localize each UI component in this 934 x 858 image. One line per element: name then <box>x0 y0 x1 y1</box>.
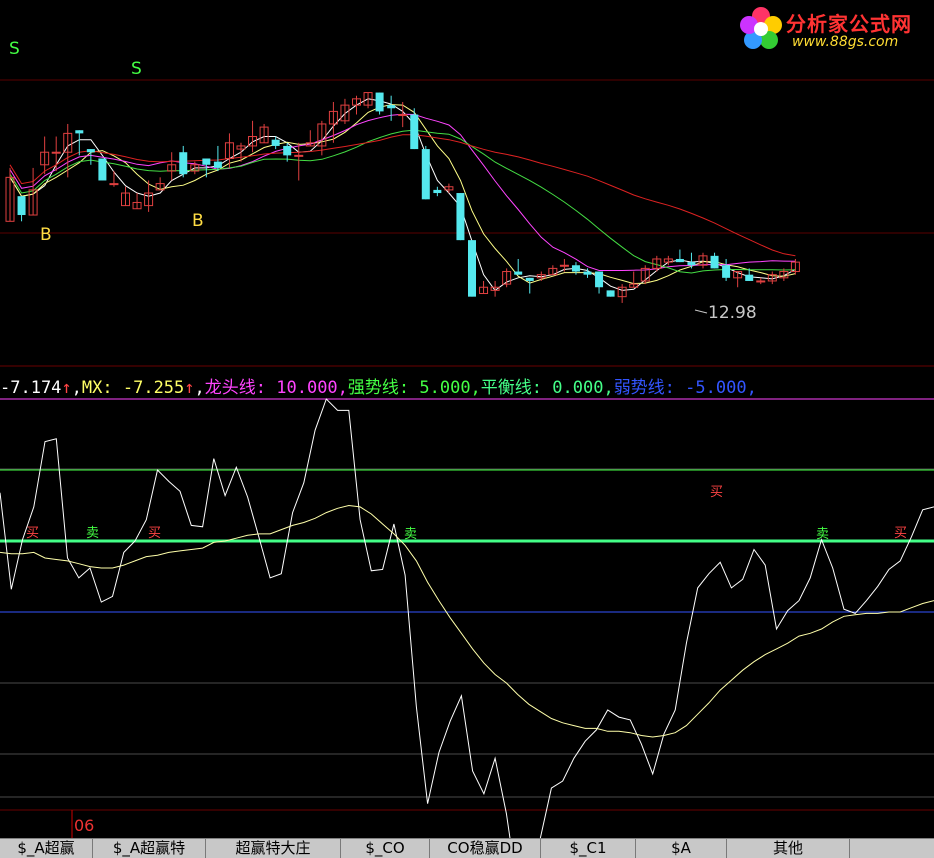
flower-logo-icon <box>740 7 782 49</box>
indicator-mx-value: MX: -7.255 <box>81 378 185 398</box>
signal-marker: S <box>131 59 142 79</box>
low-price-pointer <box>694 309 708 314</box>
trade-signal-label: 卖 <box>86 526 99 541</box>
trade-signal-label: 卖 <box>404 527 417 542</box>
candle-body <box>98 158 107 181</box>
candle-body <box>202 158 211 165</box>
trade-signal-label: 买 <box>26 526 39 541</box>
candle-body <box>375 92 384 112</box>
candle-body <box>745 274 754 281</box>
tab-1[interactable]: $_A超赢 <box>0 839 93 858</box>
tab-5[interactable]: CO稳赢DD <box>430 839 541 858</box>
trade-signal-label: 买 <box>710 485 723 500</box>
candle-body <box>421 149 430 200</box>
candle-body <box>559 264 569 267</box>
candle-body <box>109 183 119 186</box>
candle-body <box>514 271 523 275</box>
price-pane[interactable]: S S B B 12.98 <box>0 39 934 367</box>
chart-stage[interactable]: SSBB12.98 买卖买卖买卖 买06 <box>0 0 934 838</box>
low-price-label: 12.98 <box>708 303 757 323</box>
candle-body <box>179 152 188 175</box>
candle-body <box>675 258 684 263</box>
candle-body <box>86 149 95 153</box>
logo-url: www.88gs.com <box>792 34 899 50</box>
indicator-weak-line: 弱势线: -5.000, <box>613 378 757 398</box>
candle-body <box>595 271 604 288</box>
logo-title: 分析家公式网 <box>786 12 912 36</box>
candle-body <box>17 196 26 216</box>
up-arrow-icon: ↑ <box>61 378 72 398</box>
candle-body <box>410 114 419 150</box>
tab-6[interactable]: $_C1 <box>541 839 636 858</box>
indicator-dragon-line: 龙头线: 10.000, <box>204 378 348 398</box>
tab-2[interactable]: $_A超赢特 <box>93 839 206 858</box>
indicator-main-value: -7.174 <box>0 378 62 398</box>
moving-average-line-5 <box>9 134 796 257</box>
site-logo: 分析家公式网 www.88gs.com <box>736 4 932 54</box>
tab-8[interactable]: 其他 <box>727 839 850 858</box>
signal-marker: S <box>9 39 20 59</box>
candle-body <box>433 189 442 194</box>
trade-signal-label: 买 <box>148 526 161 541</box>
indicator-strong-line: 强势线: 5.000, <box>347 378 481 398</box>
candle-body <box>583 271 592 275</box>
candle-body <box>294 154 304 157</box>
indicator-series-1 <box>0 398 934 838</box>
up-arrow-icon: ↑ <box>184 378 195 398</box>
candle-body <box>710 255 719 269</box>
signal-marker: B <box>40 225 52 245</box>
candle-body <box>213 161 222 168</box>
moving-average-line-3 <box>9 113 796 271</box>
date-label: 06 <box>74 816 94 835</box>
trade-signal-label: 卖 <box>816 527 829 542</box>
candle-body <box>398 114 408 117</box>
candle-body <box>387 105 396 109</box>
candle-body <box>283 145 292 156</box>
signal-marker: B <box>192 211 204 231</box>
candle-body <box>456 193 465 241</box>
candle-body <box>271 139 280 146</box>
candle-body <box>51 151 61 154</box>
indicator-balance-line: 平衡线: 0.000, <box>480 378 614 398</box>
candle-body <box>756 280 766 283</box>
candle-body <box>525 277 534 281</box>
candle-body <box>722 265 731 278</box>
candle-body <box>687 262 696 266</box>
candle-body <box>468 240 476 297</box>
candle-body <box>606 290 615 297</box>
tab-4[interactable]: $_CO <box>341 839 430 858</box>
indicator-pane[interactable]: 买卖买卖买卖 买06 <box>0 398 934 838</box>
formula-tab-bar: $_A超赢 $_A超赢特 超赢特大庄 $_CO CO稳赢DD $_C1 $A 其他 <box>0 838 934 858</box>
tab-7[interactable]: $A <box>636 839 727 858</box>
moving-average-line-4 <box>9 129 796 274</box>
indicator-value-line: -7.174↑,MX: -7.255↑,龙头线: 10.000,强势线: 5.0… <box>0 378 757 398</box>
candle-body <box>75 130 84 134</box>
tab-3[interactable]: 超赢特大庄 <box>206 839 341 858</box>
candle-body <box>571 265 580 272</box>
trade-signal-label: 买 <box>894 526 907 541</box>
